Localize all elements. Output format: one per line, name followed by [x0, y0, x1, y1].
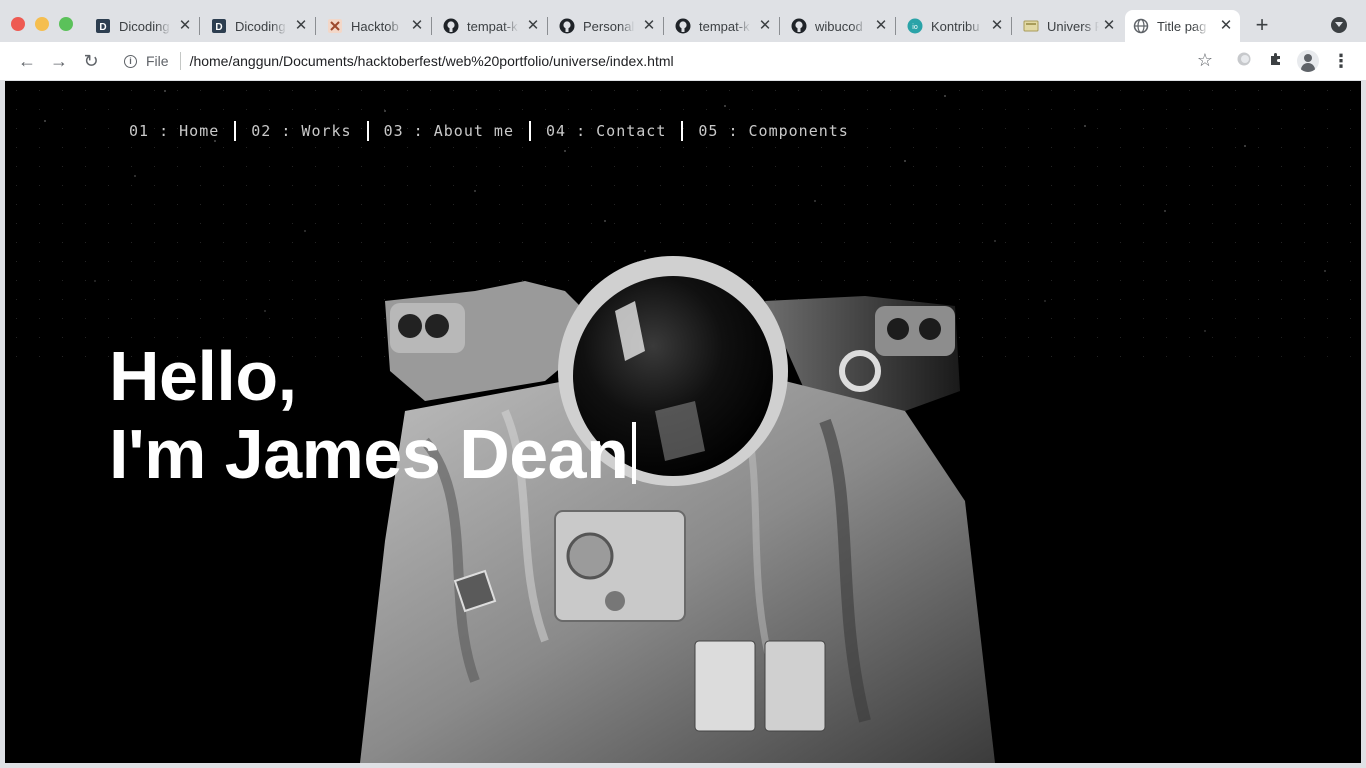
close-icon[interactable]: ✕: [293, 18, 309, 34]
hero-name-text: I'm James Dean: [109, 415, 629, 493]
reload-icon[interactable]: ↻: [80, 50, 102, 72]
tab-title: Kontribu: [931, 18, 980, 34]
tab-separator: [663, 17, 664, 35]
tab-separator: [895, 17, 896, 35]
browser-tab[interactable]: Hacktob ✕: [319, 10, 431, 42]
close-icon[interactable]: ✕: [1218, 18, 1234, 34]
more-vertical-icon[interactable]: ⋮: [1331, 51, 1351, 71]
extension-icon[interactable]: [1234, 51, 1254, 71]
svg-text:D: D: [99, 22, 106, 33]
divider: [179, 52, 181, 70]
hacktoberfest-icon: [327, 18, 343, 34]
info-icon[interactable]: i: [124, 54, 137, 68]
url-text[interactable]: /home/anggun/Documents/hacktoberfest/web…: [190, 53, 674, 69]
close-icon[interactable]: ✕: [757, 18, 773, 34]
tab-strip: D Dicoding ✕ D Dicoding ✕ Hacktob ✕ temp…: [0, 0, 1366, 42]
bookmark-star-icon[interactable]: ☆: [1197, 50, 1213, 71]
close-icon[interactable]: ✕: [525, 18, 541, 34]
dicoding-icon: D: [211, 18, 227, 34]
github-icon: [791, 18, 807, 34]
puzzle-icon[interactable]: [1266, 51, 1286, 71]
window-bottom-edge: [0, 763, 1366, 768]
browser-tab[interactable]: tempat-k ✕: [667, 10, 779, 42]
hero-line-greeting: Hello,: [109, 337, 297, 415]
site-nav: 01 : Home 02 : Works 03 : About me 04 : …: [129, 121, 864, 141]
browser-tab[interactable]: Univers F ✕: [1015, 10, 1123, 42]
forward-arrow-icon[interactable]: →: [48, 50, 70, 72]
close-icon[interactable]: ✕: [177, 18, 193, 34]
browser-tab[interactable]: D Dicoding ✕: [203, 10, 315, 42]
tab-title: Univers F: [1047, 18, 1099, 34]
browser-tab[interactable]: wibucod ✕: [783, 10, 895, 42]
svg-text:D: D: [215, 22, 222, 33]
tab-separator: [779, 17, 780, 35]
browser-tab[interactable]: io Kontribu ✕: [899, 10, 1011, 42]
browser-tab-active[interactable]: Title pag ✕: [1125, 10, 1240, 42]
window-minimize-button[interactable]: [35, 17, 49, 31]
tab-separator: [1011, 17, 1012, 35]
window-maximize-button[interactable]: [59, 17, 73, 31]
address-bar[interactable]: i File /home/anggun/Documents/hacktoberf…: [113, 46, 1223, 76]
kontribu-icon: io: [907, 18, 923, 34]
nav-link-works[interactable]: 02 : Works: [236, 121, 366, 141]
nav-link-contact[interactable]: 04 : Contact: [531, 121, 681, 141]
close-icon[interactable]: ✕: [1101, 18, 1117, 34]
tab-separator: [547, 17, 548, 35]
typing-cursor: [632, 422, 637, 484]
tab-separator: [199, 17, 200, 35]
nav-link-about[interactable]: 03 : About me: [369, 121, 529, 141]
nav-link-components[interactable]: 05 : Components: [683, 121, 863, 141]
github-icon: [443, 18, 459, 34]
hero-heading: Hello, I'm James Dean: [109, 337, 637, 493]
tab-title: wibucod: [815, 18, 863, 34]
browser-toolbar: ← → ↻ i File /home/anggun/Documents/hack…: [0, 42, 1366, 80]
universe-icon: [1023, 18, 1039, 34]
tab-title: Dicoding: [235, 18, 286, 34]
tab-title: tempat-k: [467, 18, 518, 34]
tab-search-icon[interactable]: [1331, 17, 1347, 33]
close-icon[interactable]: ✕: [409, 18, 425, 34]
close-icon[interactable]: ✕: [641, 18, 657, 34]
tab-title: Title pag: [1157, 18, 1207, 34]
tab-title: Personal: [583, 18, 635, 34]
tab-title: Hacktob: [351, 18, 399, 34]
hero-line-name: I'm James Dean: [109, 415, 637, 493]
page-viewport: 01 : Home 02 : Works 03 : About me 04 : …: [5, 81, 1361, 763]
scheme-label: File: [146, 53, 169, 69]
tab-separator: [431, 17, 432, 35]
tab-separator: [315, 17, 316, 35]
github-icon: [559, 18, 575, 34]
new-tab-button[interactable]: +: [1251, 14, 1273, 36]
browser-tab[interactable]: Personal ✕: [551, 10, 663, 42]
profile-avatar-icon[interactable]: [1297, 50, 1319, 72]
github-icon: [675, 18, 691, 34]
nav-link-home[interactable]: 01 : Home: [129, 121, 234, 141]
close-icon[interactable]: ✕: [873, 18, 889, 34]
browser-tab[interactable]: D Dicoding ✕: [87, 10, 199, 42]
globe-icon: [1133, 18, 1149, 34]
tab-title: tempat-k: [699, 18, 750, 34]
browser-tab[interactable]: tempat-k ✕: [435, 10, 547, 42]
window-close-button[interactable]: [11, 17, 25, 31]
svg-text:io: io: [912, 24, 918, 31]
dicoding-icon: D: [95, 18, 111, 34]
tab-title: Dicoding: [119, 18, 170, 34]
close-icon[interactable]: ✕: [989, 18, 1005, 34]
back-arrow-icon[interactable]: ←: [16, 50, 38, 72]
